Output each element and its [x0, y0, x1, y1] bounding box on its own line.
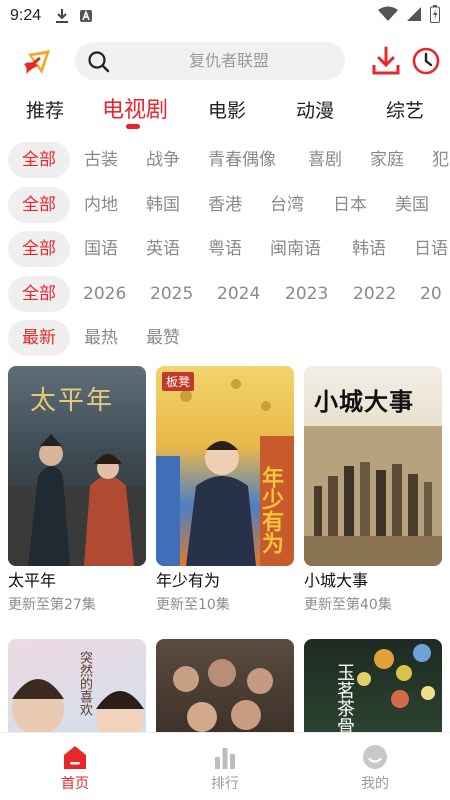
show-update-status: 更新至第40集	[304, 597, 392, 613]
nav-rank-label: 排行	[211, 776, 239, 792]
download-notification-icon	[55, 8, 69, 24]
signal-icon	[406, 6, 422, 26]
filter-row-sort: 最新 最热 最赞	[0, 320, 450, 358]
show-poster: 太平年	[8, 366, 146, 566]
search-icon	[87, 50, 111, 74]
show-title: 小城大事	[304, 571, 369, 590]
poster-title-text: 突然的喜欢	[77, 651, 92, 716]
search-input[interactable]: 复仇者联盟	[125, 42, 333, 80]
filter-language-option[interactable]: 闽南语	[270, 231, 321, 267]
download-button[interactable]	[372, 46, 400, 76]
tab-recommend[interactable]: 推荐	[18, 92, 72, 132]
filter-genre-option[interactable]: 青春偶像	[208, 142, 276, 178]
show-update-status: 更新至10集	[156, 597, 230, 613]
show-title: 年少有为	[156, 571, 221, 590]
filter-row-year: 全部 2026 2025 2024 2023 2022 20	[0, 276, 450, 314]
download-icon	[372, 46, 400, 75]
top-bar: 复仇者联盟	[0, 40, 450, 84]
home-icon	[64, 746, 86, 769]
tab-movies[interactable]: 电影	[200, 92, 254, 132]
filter-region-option[interactable]: 美国	[395, 187, 429, 223]
filter-genre-option[interactable]: 家庭	[370, 142, 404, 178]
filter-row-language: 全部 国语 英语 粤语 闽南语 韩语 日语	[0, 231, 450, 269]
filter-year-all[interactable]: 全部	[8, 276, 70, 312]
filter-region-option[interactable]: 日本	[333, 187, 367, 223]
filter-region-option[interactable]: 韩国	[146, 187, 180, 223]
filter-language-option[interactable]: 韩语	[352, 231, 386, 267]
filter-genre-option[interactable]: 战争	[146, 142, 180, 178]
filter-year-option[interactable]: 2023	[285, 276, 328, 312]
filter-year-option[interactable]: 2024	[217, 276, 260, 312]
filter-language-option[interactable]: 日语	[414, 231, 448, 267]
filter-row-region: 全部 内地 韩国 香港 台湾 日本 美国	[0, 187, 450, 225]
history-button[interactable]	[412, 46, 440, 76]
search-box[interactable]: 复仇者联盟	[75, 42, 345, 80]
show-card[interactable]: 太平年 太平年 更新至第27集	[8, 366, 146, 615]
filter-language-option[interactable]: 粤语	[208, 231, 242, 267]
sort-most-liked[interactable]: 最赞	[146, 320, 180, 356]
poster-badge: 板凳	[162, 372, 195, 391]
poster-title-text: 年少有为	[258, 466, 283, 554]
active-tab-indicator	[126, 124, 140, 129]
filter-language-option[interactable]: 英语	[146, 231, 180, 267]
nav-mine[interactable]: 我的	[300, 733, 450, 800]
wifi-icon	[378, 6, 398, 26]
show-poster: 板凳 年少有为	[156, 366, 294, 566]
filter-genre-option[interactable]: 古装	[84, 142, 118, 178]
filter-year-option[interactable]: 2025	[150, 276, 193, 312]
poster-title-text: 太平年	[30, 386, 115, 416]
filter-year-option[interactable]: 20	[420, 276, 442, 312]
show-update-status: 更新至第27集	[8, 597, 96, 613]
filter-row-genre: 全部 古装 战争 青春偶像 喜剧 家庭 犯	[0, 142, 450, 180]
clock-icon	[412, 47, 440, 75]
filter-region-option[interactable]: 台湾	[270, 187, 304, 223]
sort-latest[interactable]: 最新	[8, 320, 70, 356]
filter-year-option[interactable]: 2022	[353, 276, 396, 312]
nav-home-label: 首页	[61, 776, 89, 792]
bar-chart-icon	[215, 748, 235, 769]
filter-region-all[interactable]: 全部	[8, 187, 70, 223]
battery-icon	[430, 5, 440, 27]
app-notification-icon	[79, 9, 93, 23]
poster-title-text: 小城大事	[314, 388, 414, 416]
filter-genre-option[interactable]: 犯	[432, 142, 449, 178]
filter-year-option[interactable]: 2026	[83, 276, 126, 312]
show-card[interactable]: 小城大事 小城大事 更新至第40集	[304, 366, 442, 615]
tab-anime[interactable]: 动漫	[288, 92, 342, 132]
show-title: 太平年	[8, 571, 57, 590]
tab-variety[interactable]: 综艺	[378, 92, 432, 132]
filter-genre-option[interactable]: 喜剧	[308, 142, 342, 178]
nav-mine-label: 我的	[361, 776, 389, 792]
nav-rank[interactable]: 排行	[150, 733, 300, 800]
filter-region-option[interactable]: 内地	[84, 187, 118, 223]
poster-title-text: 玉茗茶骨	[334, 663, 355, 735]
filter-genre-all[interactable]: 全部	[8, 142, 70, 178]
status-bar: 9:24	[0, 0, 450, 32]
filter-region-option[interactable]: 香港	[208, 187, 242, 223]
app-logo	[20, 44, 56, 80]
nav-home[interactable]: 首页	[0, 733, 150, 800]
filter-language-all[interactable]: 全部	[8, 231, 70, 267]
smiley-face-icon	[363, 745, 387, 769]
show-poster: 小城大事	[304, 366, 442, 566]
category-tabs: 推荐 电视剧 电影 动漫 综艺	[0, 92, 450, 132]
sort-hottest[interactable]: 最热	[84, 320, 118, 356]
show-card[interactable]: 板凳 年少有为 年少有为 更新至10集	[156, 366, 294, 615]
bottom-navigation: 首页 排行 我的	[0, 732, 450, 800]
filter-language-option[interactable]: 国语	[84, 231, 118, 267]
status-time: 9:24	[10, 7, 42, 24]
